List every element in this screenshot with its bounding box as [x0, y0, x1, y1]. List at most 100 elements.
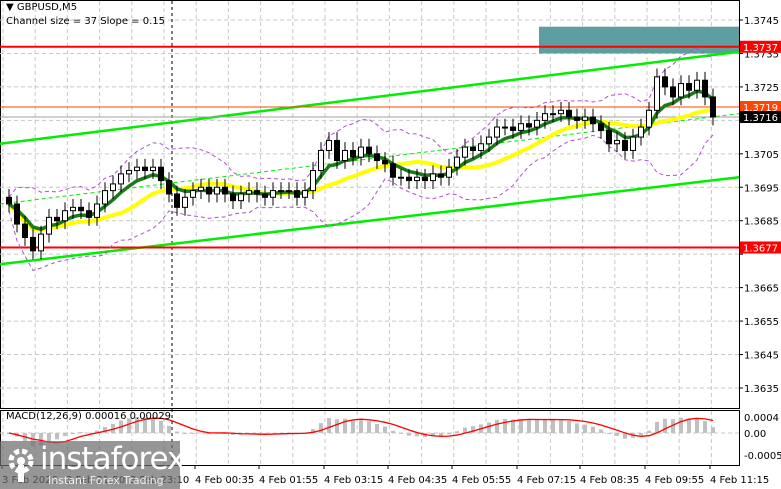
candle-bull [558, 109, 564, 115]
main-plot-frame [0, 0, 740, 409]
candle-bull [62, 210, 68, 222]
gear-logo-icon [8, 448, 34, 482]
macd-histogram-bar [71, 433, 75, 434]
macd-histogram-bar [599, 429, 603, 433]
candle-bear [590, 116, 596, 125]
macd-histogram-bar [647, 430, 651, 433]
macd-y-tick-label: 0.00 [744, 429, 766, 440]
y-tick-label: 1.3745 [744, 16, 779, 27]
y-tick-label: 1.3685 [744, 217, 779, 228]
candle-bull [310, 170, 316, 192]
candle-bear [382, 160, 388, 165]
macd-histogram-bar [583, 424, 587, 433]
candle-bull [430, 173, 436, 182]
macd-histogram-bar [79, 432, 83, 434]
macd-histogram-bar [575, 423, 579, 433]
candle-bull [134, 166, 140, 172]
macd-histogram-bar [183, 433, 187, 434]
macd-histogram-bar [359, 419, 363, 433]
macd-histogram-bar [391, 430, 395, 433]
macd-histogram-bar [679, 417, 683, 433]
candle-bear [470, 146, 476, 151]
x-tick-label: 4 Feb 07:15 [517, 475, 576, 486]
level-price-label: 1.3737 [743, 43, 778, 54]
macd-histogram-bar [375, 423, 379, 433]
macd-histogram-bar [351, 420, 355, 433]
x-tick-label: 4 Feb 04:35 [388, 475, 447, 486]
macd-histogram-bar [639, 433, 643, 436]
macd-histogram-bar [87, 432, 91, 434]
macd-histogram-bar [615, 433, 619, 436]
macd-histogram-bar [655, 421, 659, 433]
candle-bull [462, 146, 468, 158]
candle-bear [438, 173, 444, 178]
candle-bull [118, 173, 124, 185]
y-tick-label: 1.3645 [744, 351, 779, 362]
candle-bull [214, 186, 220, 195]
candle-bull [190, 190, 196, 198]
macd-histogram-bar [551, 419, 555, 433]
macd-histogram-bar [687, 418, 691, 433]
candle-bear [174, 193, 180, 208]
symbol-title: ▼ GBPUSD,M5 [6, 2, 77, 13]
candle-bear [14, 203, 20, 225]
candle-bear [222, 186, 228, 195]
candle-bear [334, 139, 340, 162]
candle-bull [518, 123, 524, 131]
macd-histogram-bar [167, 425, 171, 433]
level-price-label: 1.3677 [743, 243, 778, 254]
candle-bear [230, 193, 236, 202]
x-tick-label: 4 Feb 08:35 [580, 475, 639, 486]
candle-bull [486, 136, 492, 145]
candle-bull [630, 136, 636, 151]
macd-histogram-bar [407, 433, 411, 436]
x-tick-label: 4 Feb 00:35 [195, 475, 254, 486]
macd-histogram-bar [367, 421, 371, 433]
macd-histogram-bar [591, 426, 595, 433]
macd-histogram-bar [711, 427, 715, 433]
macd-histogram-bar [663, 418, 667, 433]
candle-bear [574, 116, 580, 121]
candle-bear [374, 153, 380, 162]
candle-bear [606, 129, 612, 145]
candle-bull [646, 109, 652, 128]
candle-bull [478, 143, 484, 151]
candle-bear [670, 86, 676, 98]
candle-bear [686, 83, 692, 91]
candle-bear [510, 126, 516, 131]
candle-bull [638, 126, 644, 138]
macd-histogram-bar [327, 418, 331, 433]
macd-histogram-bar [503, 418, 507, 433]
x-tick-label: 4 Feb 09:55 [645, 475, 704, 486]
candle-bear [30, 236, 36, 252]
y-tick-label: 1.3695 [744, 183, 779, 194]
macd-histogram-bar [159, 420, 163, 433]
candle-bull [342, 149, 348, 162]
watermark-brand: instaforex [40, 441, 185, 477]
macd-histogram-bar [103, 427, 107, 433]
candle-bull [318, 149, 324, 172]
resistance-zone [539, 26, 739, 54]
x-tick-label: 4 Feb 05:55 [452, 475, 511, 486]
candle-bear [406, 176, 412, 182]
candle-bull [270, 190, 276, 198]
candle-bull [678, 83, 684, 98]
candle-bull [582, 116, 588, 121]
candle-bull [694, 79, 700, 91]
macd-histogram-bar [543, 419, 547, 433]
y-tick-label: 1.3725 [744, 83, 779, 94]
macd-histogram-bar [559, 419, 563, 433]
x-tick-label: 4 Feb 11:15 [710, 475, 769, 486]
collapse-triangle-icon[interactable]: ▼ [6, 2, 17, 13]
macd-histogram-bar [447, 433, 451, 435]
macd-histogram-bar [527, 420, 531, 433]
candle-bull [534, 119, 540, 128]
y-tick-label: 1.3635 [744, 384, 779, 395]
candle-bull [94, 203, 100, 218]
macd-histogram-bar [519, 419, 523, 433]
candle-bear [710, 96, 716, 118]
candle-bull [198, 186, 204, 192]
candle-bull [126, 170, 132, 175]
candle-bull [398, 176, 404, 179]
macd-histogram-bar [199, 432, 203, 434]
